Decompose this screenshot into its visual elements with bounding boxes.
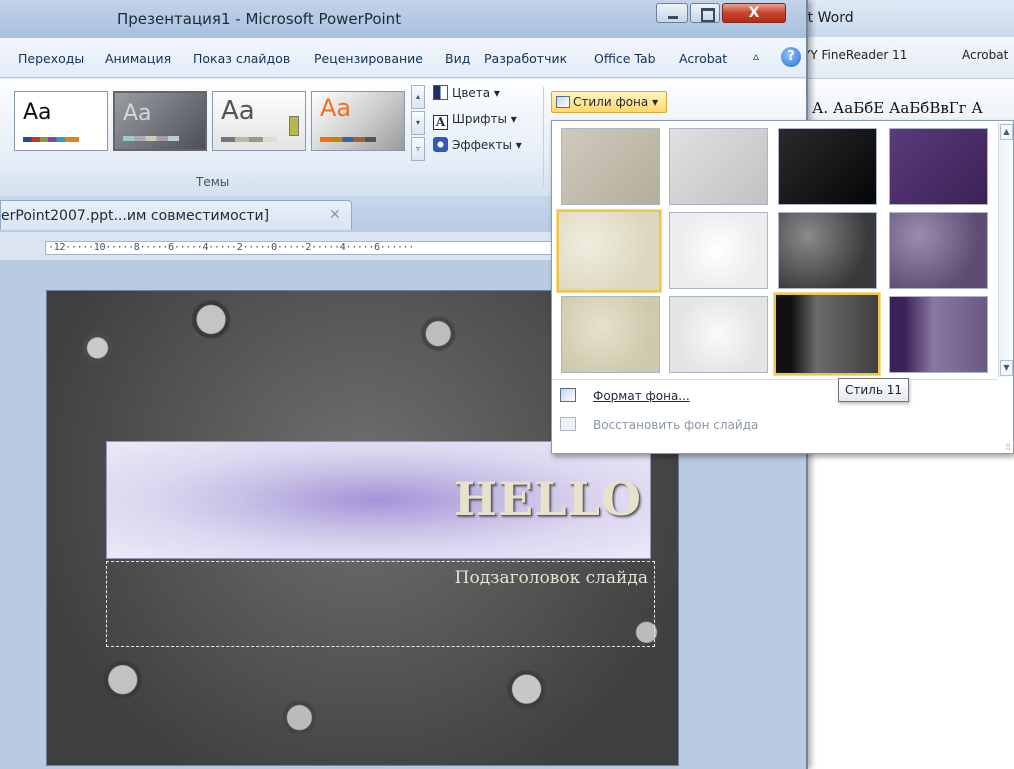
tab-developer[interactable]: Разработчик <box>484 51 567 66</box>
slide-subtitle: Подзаголовок слайда <box>454 568 648 588</box>
theme-color-bar <box>221 137 277 142</box>
close-tab-icon[interactable]: ✕ <box>329 207 341 223</box>
theme-fonts-button[interactable]: A Шрифты ▾ <box>433 112 517 130</box>
gallery-divider <box>552 379 998 380</box>
background-styles-gallery: ▲ ▼ Формат фона... Восстановить фон слай… <box>551 120 1014 454</box>
document-tab[interactable]: erPoint2007.ppt...им совместимости] ✕ <box>0 200 352 230</box>
gallery-scrollbar[interactable]: ▲ ▼ <box>998 123 1013 377</box>
tab-office-tab[interactable]: Office Tab <box>594 51 656 66</box>
tab-animation[interactable]: Анимация <box>105 51 171 66</box>
background-style-2[interactable] <box>669 128 768 205</box>
background-style-7[interactable] <box>778 212 877 289</box>
background-style-4[interactable] <box>889 128 988 205</box>
tab-review[interactable]: Рецензирование <box>314 51 423 66</box>
theme-accent-shape <box>289 116 299 136</box>
maximize-button[interactable] <box>690 3 720 23</box>
title-bar: Презентация1 - Microsoft PowerPoint X <box>0 0 806 38</box>
background-styles-button[interactable]: Стили фона ▾ <box>551 91 667 113</box>
theme-thumb-orange[interactable]: Aa <box>311 91 405 151</box>
theme-effects-button[interactable]: Эффекты ▾ <box>433 137 522 152</box>
tab-slideshow[interactable]: Показ слайдов <box>193 51 290 66</box>
theme-gallery-scroll: ▴ ▾ ▿ <box>411 85 425 165</box>
help-icon[interactable]: ? <box>781 47 801 67</box>
background-styles-icon <box>556 96 570 108</box>
theme-scroll-down-button[interactable]: ▾ <box>411 111 425 135</box>
theme-colors-button[interactable]: Цвета ▾ <box>433 85 500 100</box>
tab-view[interactable]: Вид <box>445 51 470 66</box>
ribbon-tabs: Переходы Анимация Показ слайдов Рецензир… <box>0 38 806 78</box>
document-tab-label: erPoint2007.ppt...им совместимости] <box>1 208 270 224</box>
gallery-scroll-down-icon[interactable]: ▼ <box>1000 360 1013 376</box>
theme-thumb-office[interactable]: Aa <box>14 91 108 151</box>
screenshot: ft Word YY FineReader 11 Acrobat А. АаБб… <box>0 0 1014 769</box>
word-tab-acrobat[interactable]: Acrobat <box>962 48 1008 62</box>
background-style-9[interactable] <box>561 296 660 373</box>
background-style-8[interactable] <box>889 212 988 289</box>
background-style-5[interactable] <box>557 210 661 292</box>
tooltip: Стиль 11 <box>838 378 909 402</box>
slide-title: HELLO <box>453 472 642 526</box>
resize-grip-icon[interactable]: ⠿ <box>1005 443 1011 452</box>
theme-thumb-dark[interactable]: Aa <box>113 91 207 151</box>
reset-background-menu-item[interactable]: Восстановить фон слайда <box>560 417 758 432</box>
theme-color-bar <box>320 137 376 142</box>
theme-thumb-light[interactable]: Aa <box>212 91 306 151</box>
subtitle-placeholder[interactable]: Подзаголовок слайда <box>106 561 655 647</box>
close-button[interactable]: X <box>722 3 786 23</box>
theme-thumb-label: Aa <box>221 96 255 126</box>
theme-effects-label: Эффекты ▾ <box>452 138 522 152</box>
word-title: ft Word <box>803 10 854 26</box>
reset-background-icon <box>560 417 576 431</box>
themes-group-label: Темы <box>196 175 230 189</box>
theme-scroll-up-button[interactable]: ▴ <box>411 85 425 109</box>
theme-color-bar <box>23 137 79 142</box>
format-background-icon <box>560 388 576 402</box>
effects-icon <box>433 137 448 152</box>
group-separator <box>543 87 544 187</box>
theme-thumb-label: Aa <box>23 100 52 125</box>
tab-transitions[interactable]: Переходы <box>18 51 84 66</box>
horizontal-ruler[interactable]: ·12·····10·····8·····6·····4·····2·····0… <box>45 241 555 255</box>
theme-fonts-label: Шрифты ▾ <box>452 112 517 126</box>
background-styles-label: Стили фона ▾ <box>573 95 659 109</box>
gallery-scroll-up-icon[interactable]: ▲ <box>1000 124 1013 140</box>
background-style-3[interactable] <box>778 128 877 205</box>
tab-acrobat[interactable]: Acrobat <box>679 51 727 66</box>
fonts-icon: A <box>433 115 448 130</box>
minimize-button[interactable] <box>656 3 688 23</box>
theme-more-button[interactable]: ▿ <box>411 137 425 161</box>
title-placeholder[interactable]: HELLO <box>106 441 651 559</box>
word-tab-finereader[interactable]: YY FineReader 11 <box>803 48 907 62</box>
colors-icon <box>433 85 448 100</box>
theme-color-bar <box>123 136 179 141</box>
format-background-menu-item[interactable]: Формат фона... <box>560 388 690 403</box>
theme-thumb-label: Aa <box>320 94 352 122</box>
background-style-12[interactable] <box>889 296 988 373</box>
word-style-gallery[interactable]: А. АаБбЕ АаБбВвГг А <box>812 99 983 117</box>
format-background-label: Формат фона... <box>593 389 690 403</box>
window-title: Презентация1 - Microsoft PowerPoint <box>117 10 402 28</box>
theme-colors-label: Цвета ▾ <box>452 86 500 100</box>
background-style-10[interactable] <box>669 296 768 373</box>
theme-thumb-label: Aa <box>123 101 152 126</box>
background-style-6[interactable] <box>669 212 768 289</box>
word-menubar: YY FineReader 11 Acrobat <box>790 37 1014 79</box>
background-style-1[interactable] <box>561 128 660 205</box>
word-titlebar: ft Word <box>790 0 1014 37</box>
background-style-11[interactable] <box>774 293 880 375</box>
minimize-ribbon-icon[interactable]: ▵ <box>753 49 759 63</box>
reset-background-label: Восстановить фон слайда <box>593 418 759 432</box>
